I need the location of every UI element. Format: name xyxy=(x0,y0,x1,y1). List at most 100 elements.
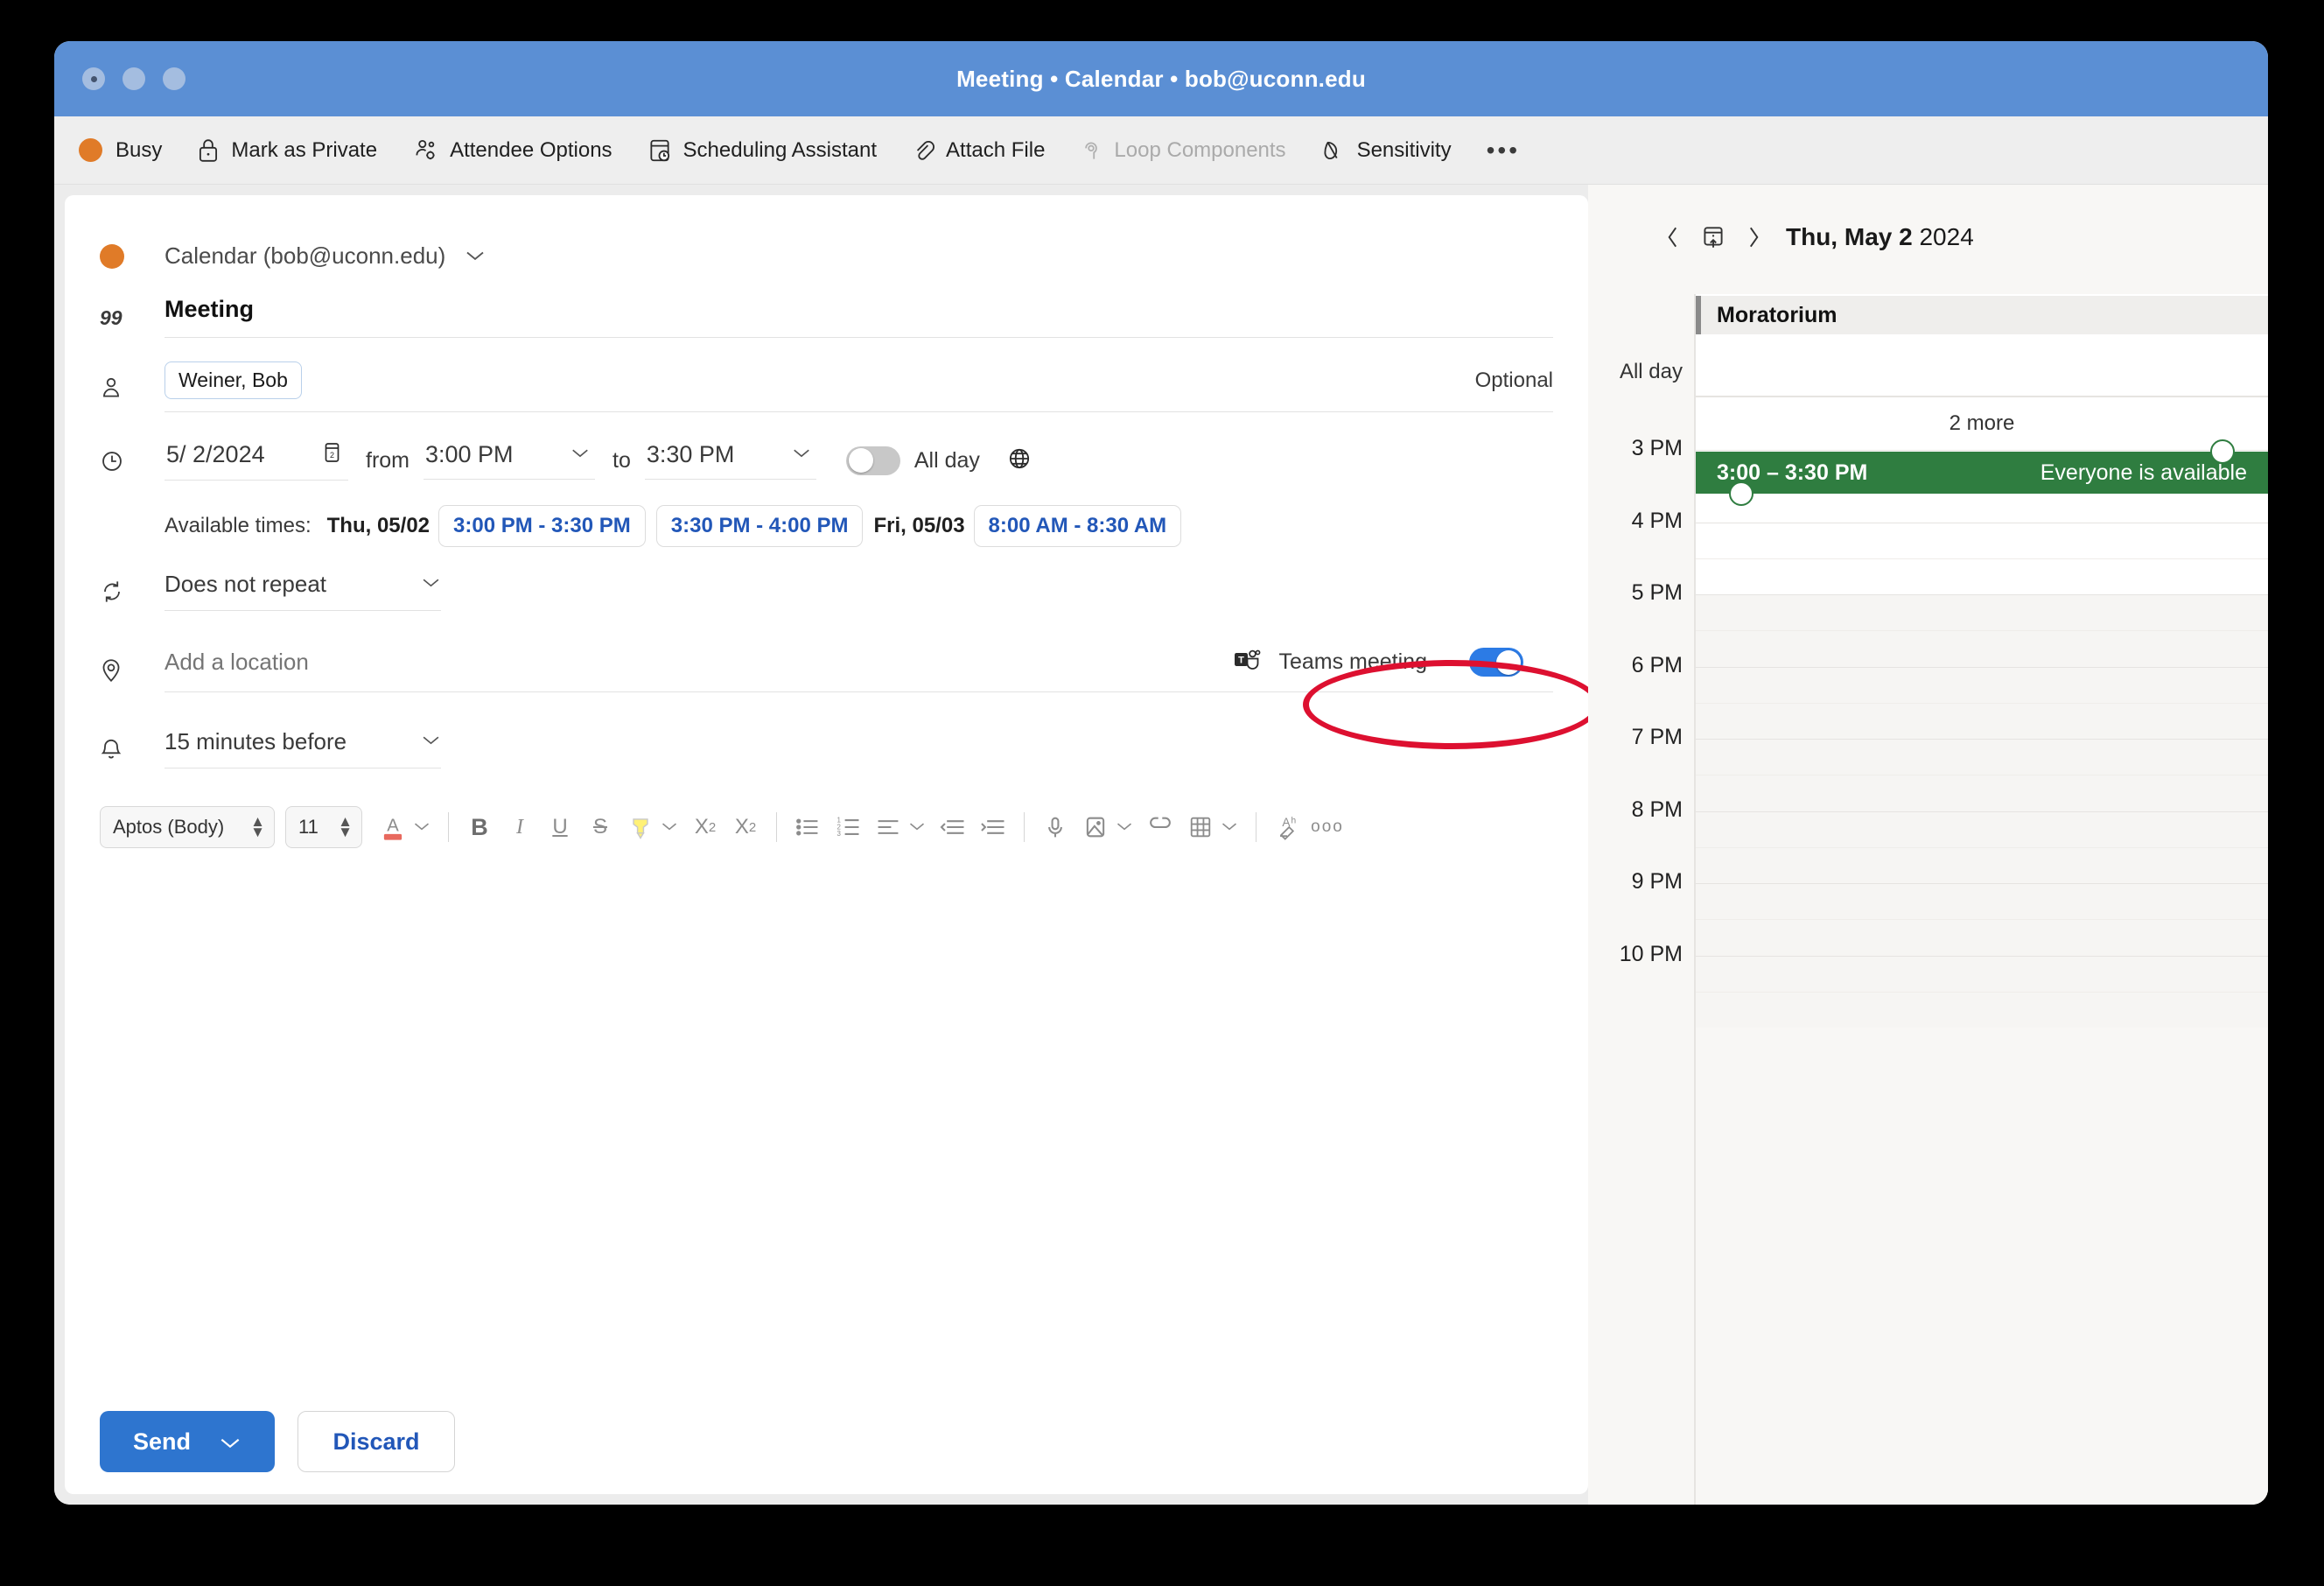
ribbon-item-attach-file[interactable]: Attach File xyxy=(912,137,1045,164)
more-events-row[interactable]: 2 more xyxy=(1696,396,2268,450)
insert-table-icon[interactable] xyxy=(1180,807,1221,847)
window-body: Calendar (bob@uconn.edu) 99 Meeting Wein… xyxy=(54,185,2268,1505)
globe-icon[interactable] xyxy=(1006,446,1032,476)
hour-row: 8 PM xyxy=(1588,797,2268,883)
discard-button[interactable]: Discard xyxy=(298,1411,455,1472)
chevron-down-icon[interactable] xyxy=(908,818,926,836)
strikethrough-icon[interactable]: S xyxy=(580,807,620,847)
minimize-button[interactable] xyxy=(122,67,145,90)
dictate-icon[interactable] xyxy=(1035,807,1075,847)
chevron-down-icon[interactable] xyxy=(1221,818,1238,836)
ribbon-item-attendee-options[interactable]: Attendee Options xyxy=(412,137,612,164)
start-date-field[interactable]: 5/ 2/2024 2 xyxy=(164,440,348,481)
availability-status: Everyone is available xyxy=(2040,460,2247,485)
calendar-picker-icon[interactable]: 2 xyxy=(321,440,343,469)
superscript-icon[interactable]: X2 xyxy=(685,807,725,847)
today-icon[interactable] xyxy=(1700,223,1726,251)
svg-text:3: 3 xyxy=(837,830,842,838)
resize-handle-top[interactable] xyxy=(2210,439,2235,464)
chevron-down-icon[interactable] xyxy=(413,818,430,836)
subscript-icon[interactable]: X2 xyxy=(725,807,766,847)
bulleted-list-icon[interactable] xyxy=(788,807,828,847)
reminder-select[interactable]: 15 minutes before xyxy=(164,728,441,768)
chevron-right-icon[interactable] xyxy=(1746,224,1761,250)
ribbon-label-sensitivity: Sensitivity xyxy=(1356,137,1452,162)
discard-button-label: Discard xyxy=(332,1428,420,1455)
font-name-value: Aptos (Body) xyxy=(113,816,225,838)
proposed-meeting-block[interactable]: 3:00 – 3:30 PM Everyone is available xyxy=(1696,439,2268,506)
calendar-peek-date-year: 2024 xyxy=(1919,223,1974,250)
location-field[interactable]: T Teams meeting xyxy=(164,647,1553,692)
calendar-selector-label: Calendar (bob@uconn.edu) xyxy=(164,242,446,269)
chevron-down-icon[interactable] xyxy=(1116,818,1133,836)
ribbon-item-busy[interactable]: Busy xyxy=(79,138,162,163)
insert-picture-icon[interactable] xyxy=(1075,807,1116,847)
repeat-select[interactable]: Does not repeat xyxy=(164,571,441,611)
italic-icon[interactable]: I xyxy=(500,807,540,847)
calendar-selector[interactable]: Calendar (bob@uconn.edu) xyxy=(164,242,486,270)
chevron-left-icon[interactable] xyxy=(1665,224,1681,250)
repeat-value: Does not repeat xyxy=(164,571,327,597)
chevron-down-icon xyxy=(465,249,486,262)
reminder-row: 15 minutes before xyxy=(100,710,1553,787)
attendees-field[interactable]: Weiner, Bob Optional xyxy=(164,361,1553,412)
insert-link-icon[interactable] xyxy=(1140,807,1180,847)
subject-input[interactable] xyxy=(164,296,1553,338)
optional-attendees-link[interactable]: Optional xyxy=(1475,368,1553,393)
calendar-peek-date-main: Thu, May 2 xyxy=(1786,223,1913,250)
start-time-field[interactable]: 3:00 PM xyxy=(424,441,595,480)
ribbon-label-scheduling-assistant: Scheduling Assistant xyxy=(682,137,878,162)
all-day-event[interactable]: Moratorium xyxy=(1696,296,2268,334)
compose-pane: Calendar (bob@uconn.edu) 99 Meeting Wein… xyxy=(65,195,1600,1494)
ribbon-item-mark-as-private[interactable]: Mark as Private xyxy=(197,137,377,164)
svg-text:A: A xyxy=(387,817,399,836)
end-time-field[interactable]: 3:30 PM xyxy=(644,441,816,480)
ribbon-label-mark-as-private: Mark as Private xyxy=(231,137,378,162)
available-time-slot[interactable]: 3:00 PM - 3:30 PM xyxy=(438,505,646,547)
svg-text:T: T xyxy=(1239,656,1245,666)
highlight-icon[interactable] xyxy=(620,807,661,847)
clear-formatting-icon[interactable]: A h xyxy=(1267,807,1307,847)
all-day-toggle[interactable] xyxy=(845,446,900,475)
font-size-select[interactable]: 11 ▲ ▼ xyxy=(285,806,362,848)
ribbon-item-sensitivity[interactable]: Sensitivity xyxy=(1321,137,1452,164)
send-button[interactable]: Send xyxy=(100,1411,275,1472)
ribbon-overflow-button[interactable]: ••• xyxy=(1487,137,1520,165)
chevron-down-icon xyxy=(792,447,811,463)
meeting-compose-window: Meeting • Calendar • bob@uconn.edu Busy … xyxy=(54,41,2268,1505)
people-icon xyxy=(412,137,438,164)
attendee-chip[interactable]: Weiner, Bob xyxy=(164,361,302,399)
bold-icon[interactable]: B xyxy=(459,807,500,847)
more-formatting-icon[interactable]: ooo xyxy=(1307,807,1348,847)
numbered-list-icon[interactable]: 1 2 3 xyxy=(828,807,868,847)
available-time-slot[interactable]: 8:00 AM - 8:30 AM xyxy=(973,505,1182,547)
ribbon-label-busy: Busy xyxy=(116,137,163,162)
close-button[interactable] xyxy=(82,67,105,90)
underline-icon[interactable]: U xyxy=(540,807,580,847)
zoom-button[interactable] xyxy=(163,67,186,90)
calendar-peek-pane: Thu, May 2 2024 All day Moratorium 2 mor… xyxy=(1588,185,2268,1505)
decrease-indent-icon[interactable] xyxy=(933,807,973,847)
toolbar-divider xyxy=(448,812,449,842)
available-time-slot[interactable]: 3:30 PM - 4:00 PM xyxy=(655,505,864,547)
hour-row: 7 PM xyxy=(1588,725,2268,811)
chevron-down-icon[interactable] xyxy=(661,818,678,836)
stepper-icon[interactable]: ▲ ▼ xyxy=(250,814,265,839)
toolbar-divider xyxy=(776,812,777,842)
stepper-icon[interactable]: ▲ ▼ xyxy=(338,814,353,839)
ribbon-item-scheduling-assistant[interactable]: Scheduling Assistant xyxy=(648,137,877,164)
chevron-down-icon[interactable] xyxy=(219,1428,242,1456)
resize-handle-bottom[interactable] xyxy=(1729,481,1754,506)
align-icon[interactable] xyxy=(868,807,908,847)
attendees-row: Weiner, Bob Optional xyxy=(100,349,1553,425)
teams-meeting-toggle[interactable] xyxy=(1469,648,1523,677)
toolbar-divider xyxy=(1024,812,1025,842)
formatting-toolbar: Aptos (Body) ▲ ▼ 11 ▲ ▼ A B I U S X 2 X … xyxy=(100,799,1553,855)
font-name-select[interactable]: Aptos (Body) ▲ ▼ xyxy=(100,806,275,848)
all-day-events-zone: Moratorium xyxy=(1696,294,2268,396)
start-date-value: 5/ 2/2024 xyxy=(166,441,265,467)
to-label: to xyxy=(612,447,631,473)
location-input[interactable] xyxy=(164,649,1234,676)
font-color-icon[interactable]: A xyxy=(373,807,413,847)
increase-indent-icon[interactable] xyxy=(973,807,1013,847)
